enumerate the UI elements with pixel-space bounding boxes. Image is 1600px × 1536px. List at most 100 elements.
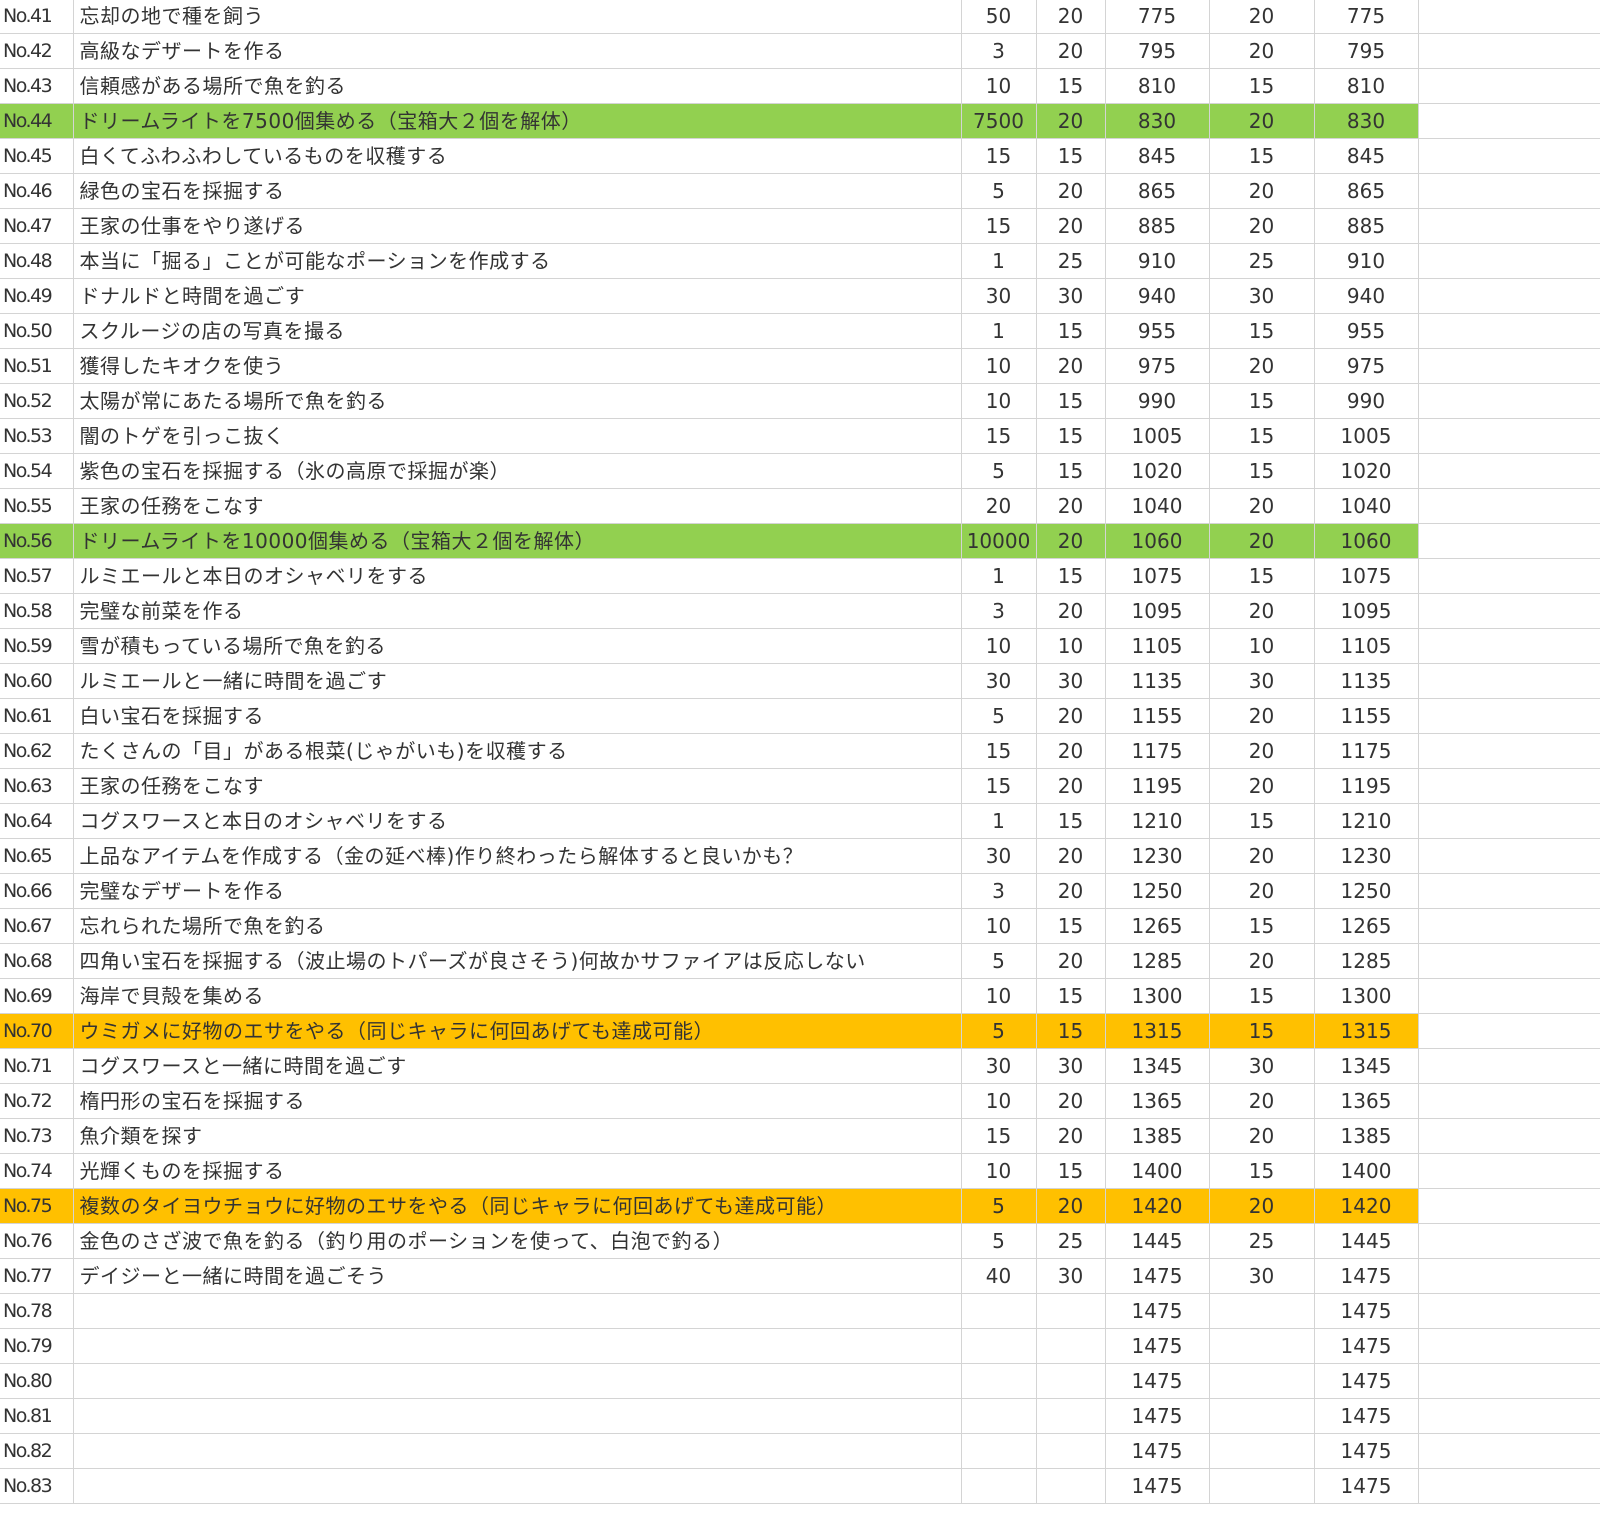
- cell-empty[interactable]: [1418, 873, 1600, 909]
- cell-task[interactable]: ルミエールと一緒に時間を過ごす: [73, 663, 962, 699]
- cell-no[interactable]: No.50: [0, 313, 74, 349]
- cell-task[interactable]: ドリームライトを7500個集める（宝箱大２個を解体）: [73, 103, 962, 139]
- cell-task[interactable]: 光輝くものを採掘する: [73, 1153, 962, 1189]
- cell-task[interactable]: 完璧なデザートを作る: [73, 873, 962, 909]
- cell-col-4[interactable]: 20: [1209, 593, 1315, 629]
- cell-col-3[interactable]: 1475: [1105, 1433, 1210, 1469]
- cell-col-2[interactable]: 20: [1036, 698, 1106, 734]
- cell-col-5[interactable]: 1060: [1314, 523, 1419, 559]
- cell-task[interactable]: 楕円形の宝石を採掘する: [73, 1083, 962, 1119]
- cell-col-2[interactable]: 20: [1036, 348, 1106, 384]
- cell-task[interactable]: コグスワースと一緒に時間を過ごす: [73, 1048, 962, 1084]
- cell-col-5[interactable]: 1095: [1314, 593, 1419, 629]
- cell-col-2[interactable]: 15: [1036, 138, 1106, 174]
- cell-col-5[interactable]: 1365: [1314, 1083, 1419, 1119]
- cell-col-3[interactable]: 1060: [1105, 523, 1210, 559]
- cell-task[interactable]: 白い宝石を採掘する: [73, 698, 962, 734]
- cell-col-3[interactable]: 1385: [1105, 1118, 1210, 1154]
- cell-col-1[interactable]: 15: [961, 138, 1037, 174]
- cell-no[interactable]: No.80: [0, 1363, 74, 1399]
- cell-col-5[interactable]: 845: [1314, 138, 1419, 174]
- cell-task[interactable]: 忘れられた場所で魚を釣る: [73, 908, 962, 944]
- cell-no[interactable]: No.77: [0, 1258, 74, 1294]
- cell-col-2[interactable]: 20: [1036, 733, 1106, 769]
- cell-col-1[interactable]: 5: [961, 173, 1037, 209]
- cell-col-4[interactable]: 20: [1209, 1083, 1315, 1119]
- cell-col-2[interactable]: 20: [1036, 873, 1106, 909]
- cell-col-5[interactable]: 910: [1314, 243, 1419, 279]
- cell-col-5[interactable]: 1475: [1314, 1468, 1419, 1504]
- cell-col-2[interactable]: [1036, 1293, 1106, 1329]
- cell-empty[interactable]: [1418, 733, 1600, 769]
- cell-col-2[interactable]: 15: [1036, 68, 1106, 104]
- cell-no[interactable]: No.75: [0, 1188, 74, 1224]
- cell-empty[interactable]: [1418, 1153, 1600, 1189]
- cell-col-1[interactable]: 7500: [961, 103, 1037, 139]
- cell-col-5[interactable]: 1300: [1314, 978, 1419, 1014]
- cell-no[interactable]: No.54: [0, 453, 74, 489]
- cell-col-2[interactable]: 15: [1036, 908, 1106, 944]
- cell-task[interactable]: 王家の任務をこなす: [73, 768, 962, 804]
- cell-col-3[interactable]: 1040: [1105, 488, 1210, 524]
- cell-col-3[interactable]: 845: [1105, 138, 1210, 174]
- cell-col-2[interactable]: 15: [1036, 383, 1106, 419]
- cell-col-4[interactable]: 20: [1209, 33, 1315, 69]
- cell-no[interactable]: No.58: [0, 593, 74, 629]
- cell-no[interactable]: No.76: [0, 1223, 74, 1259]
- cell-col-5[interactable]: 1475: [1314, 1328, 1419, 1364]
- cell-col-4[interactable]: 15: [1209, 908, 1315, 944]
- cell-task[interactable]: 忘却の地で種を飼う: [73, 0, 962, 34]
- cell-col-1[interactable]: 5: [961, 1188, 1037, 1224]
- cell-col-5[interactable]: 1285: [1314, 943, 1419, 979]
- cell-empty[interactable]: [1418, 1328, 1600, 1364]
- cell-col-4[interactable]: 20: [1209, 103, 1315, 139]
- cell-empty[interactable]: [1418, 1223, 1600, 1259]
- cell-col-2[interactable]: [1036, 1468, 1106, 1504]
- cell-col-5[interactable]: 1400: [1314, 1153, 1419, 1189]
- cell-col-3[interactable]: 1195: [1105, 768, 1210, 804]
- cell-col-4[interactable]: 20: [1209, 838, 1315, 874]
- cell-col-3[interactable]: 865: [1105, 173, 1210, 209]
- cell-no[interactable]: No.73: [0, 1118, 74, 1154]
- cell-col-4[interactable]: 10: [1209, 628, 1315, 664]
- cell-col-2[interactable]: 15: [1036, 313, 1106, 349]
- cell-no[interactable]: No.64: [0, 803, 74, 839]
- cell-task[interactable]: コグスワースと本日のオシャベリをする: [73, 803, 962, 839]
- cell-col-3[interactable]: 1250: [1105, 873, 1210, 909]
- cell-col-1[interactable]: 10: [961, 908, 1037, 944]
- cell-col-2[interactable]: 25: [1036, 243, 1106, 279]
- cell-col-3[interactable]: 1445: [1105, 1223, 1210, 1259]
- cell-no[interactable]: No.57: [0, 558, 74, 594]
- cell-col-5[interactable]: 1175: [1314, 733, 1419, 769]
- cell-col-3[interactable]: 1345: [1105, 1048, 1210, 1084]
- cell-task[interactable]: 闇のトゲを引っこ抜く: [73, 418, 962, 454]
- cell-no[interactable]: No.79: [0, 1328, 74, 1364]
- cell-col-3[interactable]: 1105: [1105, 628, 1210, 664]
- cell-col-1[interactable]: 5: [961, 943, 1037, 979]
- cell-col-2[interactable]: [1036, 1398, 1106, 1434]
- cell-col-4[interactable]: 20: [1209, 733, 1315, 769]
- cell-col-1[interactable]: 5: [961, 698, 1037, 734]
- cell-col-1[interactable]: 1: [961, 243, 1037, 279]
- cell-no[interactable]: No.46: [0, 173, 74, 209]
- cell-col-3[interactable]: 1475: [1105, 1363, 1210, 1399]
- cell-col-5[interactable]: 1475: [1314, 1258, 1419, 1294]
- cell-col-5[interactable]: 1385: [1314, 1118, 1419, 1154]
- cell-col-2[interactable]: 15: [1036, 558, 1106, 594]
- cell-col-3[interactable]: 1365: [1105, 1083, 1210, 1119]
- cell-task[interactable]: 雪が積もっている場所で魚を釣る: [73, 628, 962, 664]
- cell-task[interactable]: 上品なアイテムを作成する（金の延べ棒)作り終わったら解体すると良いかも？: [73, 838, 962, 874]
- cell-empty[interactable]: [1418, 348, 1600, 384]
- cell-col-4[interactable]: 15: [1209, 1153, 1315, 1189]
- cell-col-5[interactable]: 1210: [1314, 803, 1419, 839]
- cell-task[interactable]: 完璧な前菜を作る: [73, 593, 962, 629]
- cell-col-1[interactable]: 15: [961, 1118, 1037, 1154]
- cell-no[interactable]: No.67: [0, 908, 74, 944]
- cell-col-4[interactable]: 15: [1209, 978, 1315, 1014]
- cell-col-5[interactable]: 830: [1314, 103, 1419, 139]
- cell-col-1[interactable]: [961, 1328, 1037, 1364]
- cell-col-3[interactable]: 1230: [1105, 838, 1210, 874]
- cell-col-5[interactable]: 865: [1314, 173, 1419, 209]
- cell-empty[interactable]: [1418, 838, 1600, 874]
- cell-col-5[interactable]: 975: [1314, 348, 1419, 384]
